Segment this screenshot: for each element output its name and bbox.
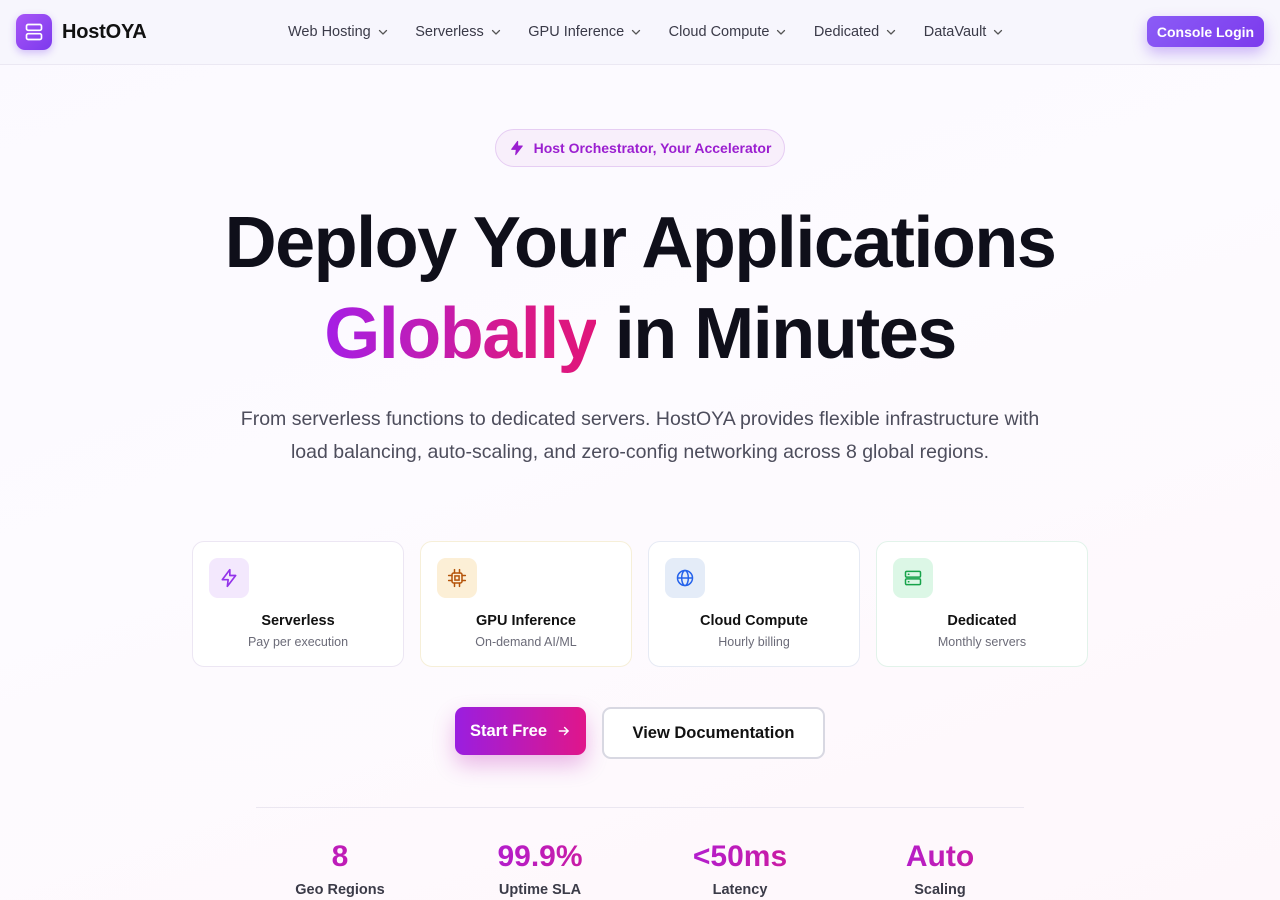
- chevron-down-icon: [775, 26, 787, 38]
- hero-title-highlight: Globally: [324, 294, 598, 374]
- stat-label: Geo Regions: [295, 882, 385, 898]
- bolt-icon: [509, 140, 525, 156]
- card-subtitle: Hourly billing: [718, 635, 790, 649]
- nav-datavault[interactable]: DataVault: [912, 0, 1017, 64]
- server-icon: [16, 14, 52, 50]
- nav-label: Cloud Compute: [668, 24, 770, 40]
- card-dedicated[interactable]: Dedicated Monthly servers: [876, 541, 1088, 667]
- card-subtitle: Monthly servers: [937, 635, 1027, 649]
- chevron-down-icon: [377, 26, 389, 38]
- stat-value: 8: [240, 840, 440, 874]
- card-title: Cloud Compute: [700, 613, 808, 629]
- server-icon: [893, 558, 933, 598]
- card-title: Serverless: [261, 613, 335, 629]
- card-cloud-compute[interactable]: Cloud Compute Hourly billing: [648, 541, 860, 667]
- start-free-button[interactable]: Start Free: [455, 707, 586, 755]
- chevron-down-icon: [992, 26, 1004, 38]
- card-serverless[interactable]: Serverless Pay per execution: [192, 541, 404, 667]
- top-navbar: HostOYA Web Hosting Serverless GPU Infer…: [0, 0, 1280, 65]
- nav-label: Web Hosting: [288, 24, 371, 40]
- stat-geo-regions: 8 Geo Regions: [240, 840, 440, 898]
- stat-value: <50ms: [640, 840, 840, 874]
- nav-label: Dedicated: [813, 24, 880, 40]
- tagline-badge: Host Orchestrator, Your Accelerator: [495, 129, 785, 167]
- console-login-button[interactable]: Console Login: [1147, 16, 1264, 47]
- card-gpu-inference[interactable]: GPU Inference On-demand AI/ML: [420, 541, 632, 667]
- nav-label: GPU Inference: [528, 24, 625, 40]
- nav-label: DataVault: [923, 24, 987, 40]
- brand-name: HostOYA: [62, 20, 147, 43]
- view-documentation-button[interactable]: View Documentation: [602, 707, 825, 759]
- chevron-down-icon: [490, 26, 502, 38]
- start-free-label: Start Free: [469, 721, 548, 740]
- stat-latency: <50ms Latency: [640, 840, 840, 898]
- card-subtitle: Pay per execution: [247, 635, 349, 649]
- stat-value: Auto: [840, 840, 1040, 874]
- nav-dedicated[interactable]: Dedicated: [802, 0, 909, 64]
- chip-icon: [437, 558, 477, 598]
- globe-icon: [665, 558, 705, 598]
- stat-label: Uptime SLA: [498, 882, 582, 898]
- bolt-icon: [209, 558, 249, 598]
- arrow-right-icon: [557, 724, 571, 738]
- divider: [256, 807, 1024, 808]
- nav-serverless[interactable]: Serverless: [403, 0, 514, 64]
- stat-label: Scaling: [914, 882, 966, 898]
- card-title: GPU Inference: [476, 613, 576, 629]
- stat-value: 99.9%: [440, 840, 640, 874]
- card-title: Dedicated: [947, 613, 1017, 629]
- nav-cloud-compute[interactable]: Cloud Compute: [657, 0, 800, 64]
- hero-subtitle: From serverless functions to dedicated s…: [240, 408, 1040, 463]
- stat-scaling: Auto Scaling: [840, 840, 1040, 898]
- nav-label: Serverless: [415, 24, 484, 40]
- badge-text: Host Orchestrator, Your Accelerator: [533, 140, 772, 156]
- main-nav: Web Hosting Serverless GPU Inference Clo…: [276, 0, 1019, 64]
- nav-gpu-inference[interactable]: GPU Inference: [516, 0, 654, 64]
- chevron-down-icon: [885, 26, 897, 38]
- card-subtitle: On-demand AI/ML: [475, 635, 577, 649]
- stat-label: Latency: [712, 882, 768, 898]
- nav-web-hosting[interactable]: Web Hosting: [276, 0, 401, 64]
- stat-uptime-sla: 99.9% Uptime SLA: [440, 840, 640, 898]
- hero-title-line1: Deploy Your Applications: [224, 203, 1057, 283]
- chevron-down-icon: [630, 26, 642, 38]
- hero-title-line2: Globally in Minutes: [0, 298, 1280, 370]
- brand[interactable]: HostOYA: [16, 14, 147, 50]
- hero-title-rest: in Minutes: [596, 294, 957, 374]
